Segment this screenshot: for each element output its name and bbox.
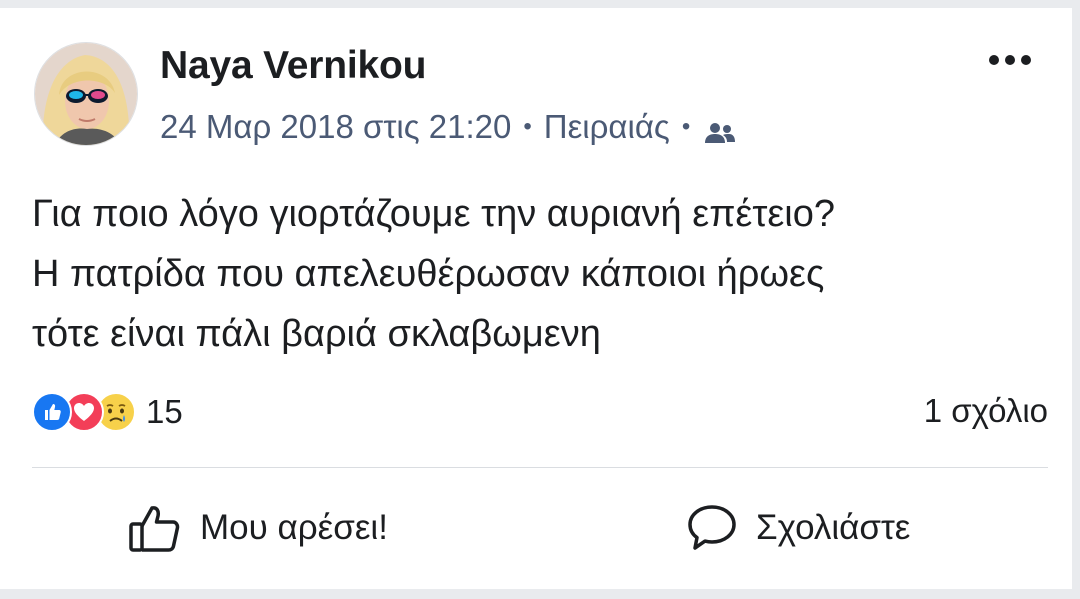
post-text: Για ποιο λόγο γιορτάζουμε την αυριανή επ… (32, 184, 1052, 364)
like-button-label: Μου αρέσει! (200, 508, 388, 547)
more-options-icon[interactable] (984, 46, 1036, 74)
post-text-line: Η πατρίδα που απελευθέρωσαν κάποιοι ήρωε… (32, 253, 825, 295)
avatar-photo (35, 43, 137, 145)
actions-divider (32, 467, 1048, 468)
like-button[interactable]: Μου αρέσει! (128, 498, 388, 558)
thumbs-up-icon (129, 506, 180, 552)
post-text-line: τότε είναι πάλι βαριά σκλαβωμενη (32, 313, 601, 355)
post-timestamp[interactable]: 24 Μαρ 2018 στις 21:20 (160, 108, 511, 146)
author-avatar[interactable] (34, 42, 138, 146)
meta-separator: • (523, 113, 532, 140)
like-reaction-icon (32, 392, 72, 432)
screen-frame-top (0, 0, 1080, 8)
comment-button[interactable]: Σχολιάστε (686, 498, 910, 558)
post-text-line: Για ποιο λόγο γιορτάζουμε την αυριανή επ… (32, 193, 836, 235)
reaction-count: 15 (146, 393, 183, 430)
reactions-summary[interactable]: 15 (32, 390, 183, 434)
post-location[interactable]: Πειραιάς (544, 108, 670, 146)
friends-icon[interactable] (704, 115, 736, 143)
screen-frame-bottom (0, 589, 1080, 599)
speech-bubble-icon (688, 505, 736, 550)
comments-count[interactable]: 1 σχόλιο (924, 392, 1048, 430)
post-meta: 24 Μαρ 2018 στις 21:20 • Πειραιάς • (160, 108, 736, 146)
screen-frame-right (1072, 0, 1080, 599)
author-name[interactable]: Naya Vernikou (160, 44, 426, 88)
meta-separator: • (681, 113, 691, 140)
comment-button-label: Σχολιάστε (756, 508, 911, 547)
